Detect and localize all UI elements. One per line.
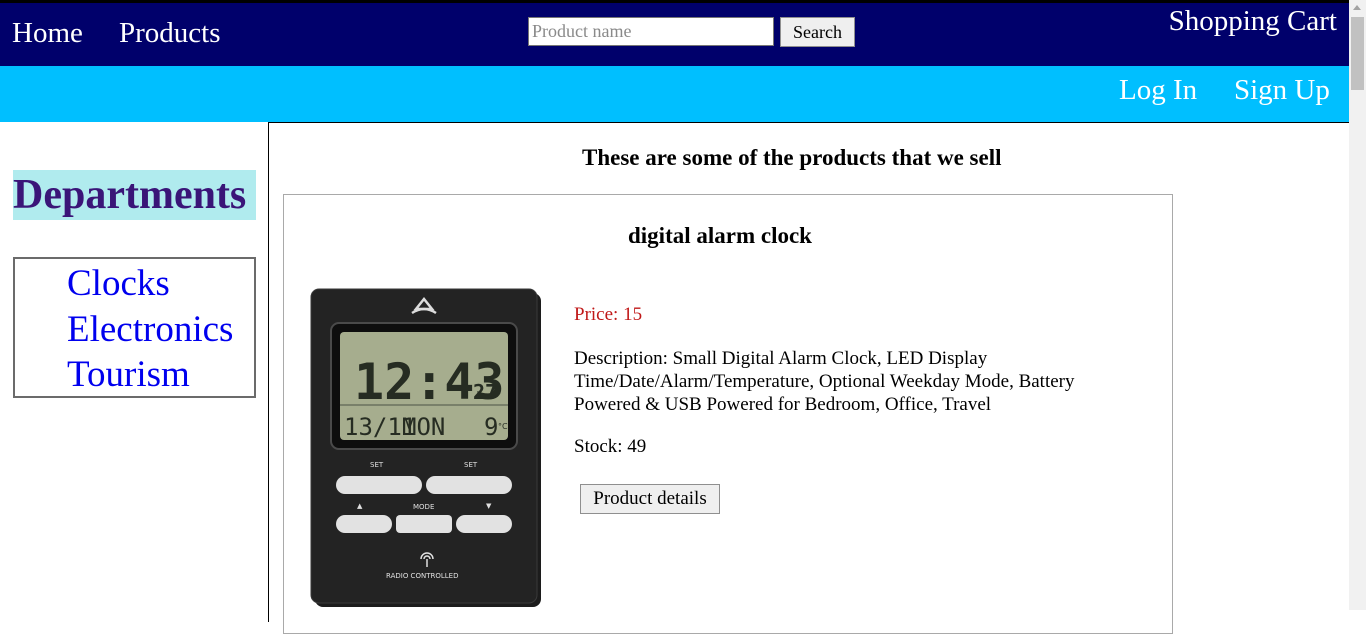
product-description: Description: Small Digital Alarm Clock, … — [574, 348, 1075, 415]
main-content: These are some of the products that we s… — [268, 122, 1349, 634]
department-item-tourism[interactable]: Tourism — [67, 353, 190, 397]
svg-text:SET: SET — [370, 461, 384, 469]
signup-link[interactable]: Sign Up — [1234, 74, 1330, 107]
account-bar: Log In Sign Up — [0, 66, 1349, 122]
page-scrollbar[interactable] — [1349, 0, 1366, 610]
svg-text:▼: ▼ — [486, 502, 492, 510]
svg-text:MODE: MODE — [413, 503, 434, 511]
product-price: Price: 15 — [574, 304, 643, 325]
svg-text:RADIO CONTROLLED: RADIO CONTROLLED — [386, 572, 458, 580]
product-card: digital alarm clock 12:43 27 13/11 MON 9… — [283, 194, 1173, 634]
search-button[interactable]: Search — [780, 17, 855, 47]
department-item-clocks[interactable]: Clocks — [67, 262, 170, 306]
nav-products-link[interactable]: Products — [119, 17, 221, 50]
shopping-cart-link[interactable]: Shopping Cart — [1169, 5, 1337, 38]
product-stock: Stock: 49 — [574, 436, 647, 457]
product-image: 12:43 27 13/11 MON 9 °C SET SET ▲ MODE ▼ — [302, 277, 552, 609]
svg-text:▲: ▲ — [357, 502, 363, 510]
svg-text:MON: MON — [402, 413, 445, 441]
departments-heading: Departments — [13, 170, 256, 220]
scroll-up-arrow-icon[interactable] — [1353, 5, 1361, 10]
product-details-button[interactable]: Product details — [580, 484, 720, 514]
product-title: digital alarm clock — [628, 223, 812, 248]
nav-home-link[interactable]: Home — [12, 17, 83, 50]
page-heading: These are some of the products that we s… — [582, 145, 1002, 170]
login-link[interactable]: Log In — [1119, 74, 1197, 107]
svg-text:SET: SET — [464, 461, 478, 469]
scrollbar-thumb[interactable] — [1351, 17, 1364, 90]
search-input[interactable] — [528, 17, 774, 46]
departments-list: Clocks Electronics Tourism — [13, 257, 256, 398]
svg-text:27: 27 — [473, 380, 497, 404]
top-navbar: Home Products Search Shopping Cart — [0, 0, 1349, 66]
department-item-electronics[interactable]: Electronics — [67, 308, 233, 352]
svg-text:°C: °C — [498, 422, 508, 431]
svg-text:9: 9 — [484, 413, 498, 441]
